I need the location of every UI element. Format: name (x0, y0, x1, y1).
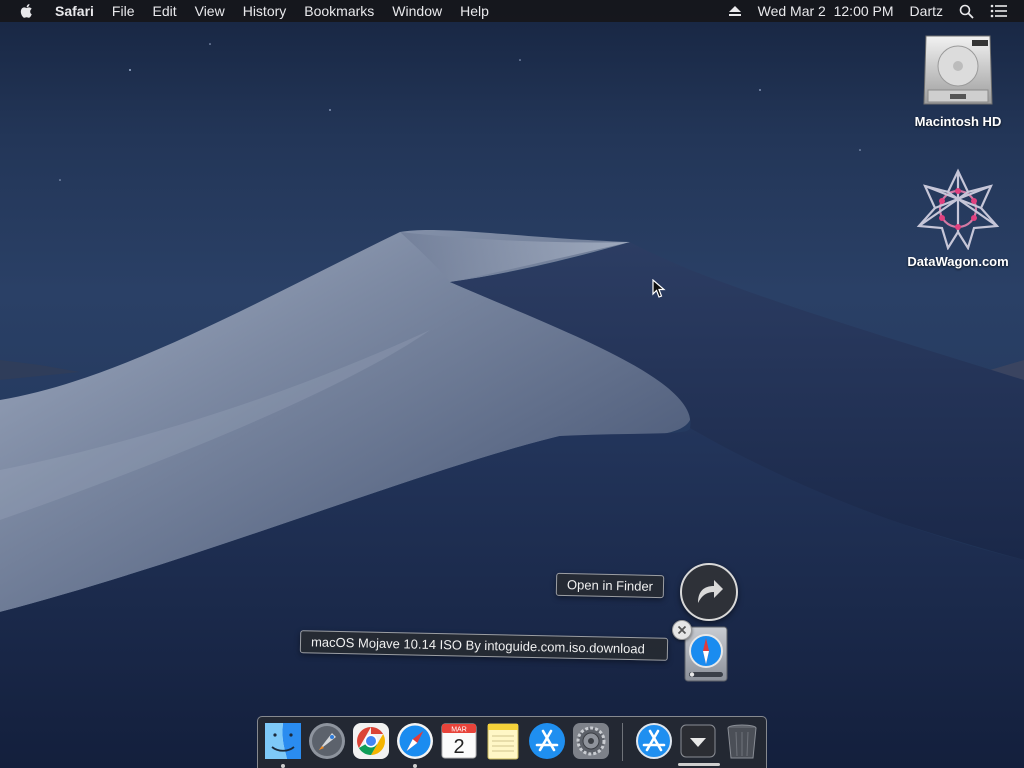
notification-center-icon[interactable] (982, 4, 1016, 18)
finder-icon (265, 723, 301, 759)
system-preferences-icon (573, 723, 609, 759)
dock-trash[interactable] (722, 721, 762, 761)
menu-user[interactable]: Dartz (902, 0, 951, 22)
desktop: Safari File Edit View History Bookmarks … (0, 0, 1024, 768)
spotlight-search-icon[interactable] (951, 4, 982, 19)
dock-calendar[interactable]: MAR 2 (439, 721, 479, 761)
menu-help[interactable]: Help (451, 0, 498, 22)
dock-chrome[interactable] (351, 721, 391, 761)
desktop-icon-label: Macintosh HD (914, 114, 1002, 129)
menu-file[interactable]: File (103, 0, 144, 22)
dock-finder[interactable] (263, 721, 303, 761)
reveal-in-finder-button[interactable] (680, 563, 738, 621)
menu-history[interactable]: History (234, 0, 296, 22)
open-in-finder-tooltip[interactable]: Open in Finder (555, 572, 665, 599)
calendar-day: 2 (453, 736, 464, 758)
running-indicator (281, 764, 285, 768)
dock-downloads[interactable] (678, 721, 718, 761)
menu-edit[interactable]: Edit (143, 0, 185, 22)
reveal-arrow-icon (698, 580, 723, 603)
menu-bar: Safari File Edit View History Bookmarks … (0, 0, 1024, 22)
menu-window[interactable]: Window (383, 0, 451, 22)
chrome-icon (353, 723, 389, 759)
desktop-icon-label: DataWagon.com (907, 254, 1009, 269)
hard-drive-icon (923, 35, 993, 105)
app-store-icon (529, 723, 565, 759)
safari-icon (397, 723, 433, 759)
dock-app-store-downloads[interactable] (634, 721, 674, 761)
app-store-icon (636, 723, 672, 759)
eject-icon[interactable] (720, 5, 750, 17)
menu-view[interactable]: View (186, 0, 234, 22)
apple-logo-icon[interactable] (0, 3, 46, 19)
running-indicator (413, 764, 417, 768)
desktop-icon-datawagon[interactable]: DataWagon.com (903, 168, 1013, 269)
dock-app-store[interactable] (527, 721, 567, 761)
dock-launchpad[interactable] (307, 721, 347, 761)
dock-system-preferences[interactable] (571, 721, 611, 761)
status-area: Wed Mar 2 12:00 PM Dartz (720, 0, 1024, 22)
trash-icon (727, 724, 757, 759)
menu-app-name[interactable]: Safari (46, 0, 103, 22)
dock-safari[interactable] (395, 721, 435, 761)
datawagon-logo-icon (916, 168, 1000, 250)
download-progress-indicator (678, 763, 720, 766)
notes-icon (487, 723, 519, 760)
desktop-icon-macintosh-hd[interactable]: Macintosh HD (903, 32, 1013, 129)
dock: MAR 2 (257, 716, 767, 768)
dock-separator (622, 723, 623, 761)
launchpad-icon (309, 723, 345, 759)
calendar-month: MAR (451, 727, 467, 734)
mouse-cursor-icon (652, 279, 666, 298)
menu-clock[interactable]: Wed Mar 2 12:00 PM (750, 0, 902, 22)
calendar-icon: MAR 2 (441, 723, 477, 759)
close-icon[interactable] (672, 620, 692, 640)
downloads-stack-icon (680, 724, 716, 758)
dock-notes[interactable] (483, 721, 523, 761)
menu-bookmarks[interactable]: Bookmarks (295, 0, 383, 22)
